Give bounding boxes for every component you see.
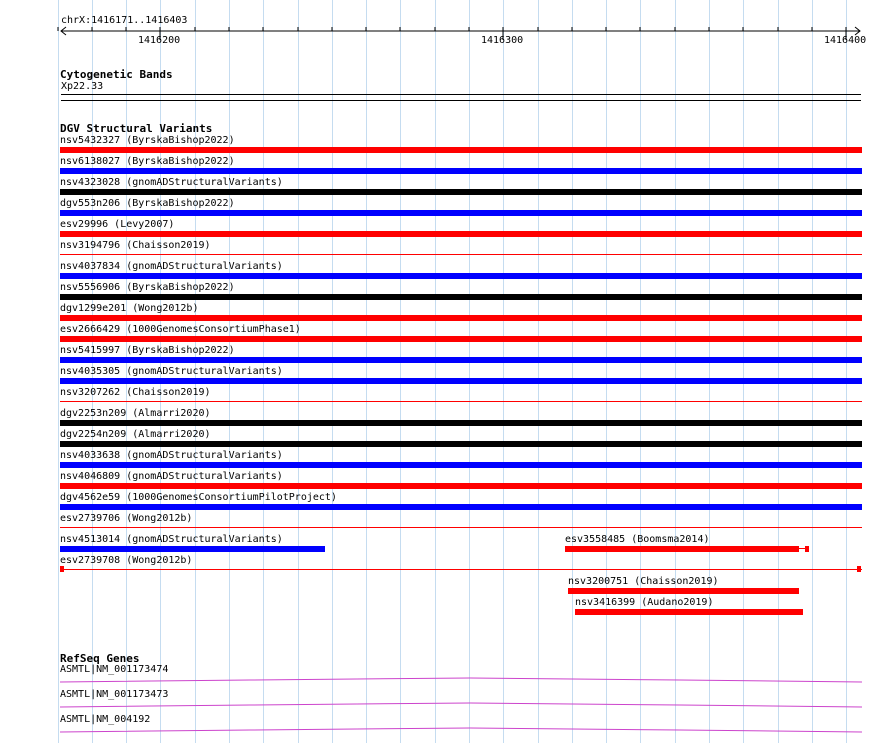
variant-bar[interactable] bbox=[60, 336, 862, 342]
variant-label[interactable]: dgv4562e59 (1000GenomesConsortiumPilotPr… bbox=[60, 492, 337, 504]
genome-browser-view[interactable]: chrX:1416171..1416403 1416200 1416300 14… bbox=[0, 0, 890, 743]
cytoband-bar-bottom[interactable] bbox=[61, 100, 861, 101]
variant-bar[interactable] bbox=[60, 357, 862, 363]
grid-line bbox=[675, 0, 676, 743]
grid-line bbox=[640, 0, 641, 743]
grid-line bbox=[709, 0, 710, 743]
variant-label[interactable]: nsv3416399 (Audano2019) bbox=[575, 597, 713, 609]
grid-line bbox=[606, 0, 607, 743]
variant-label[interactable]: dgv2253n209 (Almarri2020) bbox=[60, 408, 211, 420]
gene-label[interactable]: ASMTL|NM_004192 bbox=[60, 714, 150, 726]
variant-bar-end[interactable] bbox=[60, 566, 64, 572]
variant-bar[interactable] bbox=[60, 569, 862, 570]
variant-bar[interactable] bbox=[60, 294, 862, 300]
variant-bar[interactable] bbox=[60, 147, 862, 153]
grid-line bbox=[846, 0, 847, 743]
variant-bar[interactable] bbox=[60, 546, 325, 552]
gene-label[interactable]: ASMTL|NM_001173474 bbox=[60, 664, 168, 676]
variant-label[interactable]: nsv4046809 (gnomADStructuralVariants) bbox=[60, 471, 283, 483]
grid-line bbox=[743, 0, 744, 743]
variant-label[interactable]: nsv3194796 (Chaisson2019) bbox=[60, 240, 211, 252]
cytoband-track-title: Cytogenetic Bands bbox=[60, 68, 173, 81]
grid-line bbox=[435, 0, 436, 743]
variant-label[interactable]: dgv1299e201 (Wong2012b) bbox=[60, 303, 198, 315]
variant-bar-end[interactable] bbox=[857, 566, 861, 572]
variant-bar[interactable] bbox=[60, 462, 862, 468]
variant-bar[interactable] bbox=[60, 504, 862, 510]
variant-bar[interactable] bbox=[575, 609, 803, 615]
grid-line bbox=[538, 0, 539, 743]
variant-bar[interactable] bbox=[60, 420, 862, 426]
cytoband-label[interactable]: Xp22.33 bbox=[61, 81, 103, 93]
grid-line bbox=[58, 0, 59, 743]
grid-line bbox=[812, 0, 813, 743]
gene-intron-line[interactable] bbox=[59, 702, 863, 708]
variant-label[interactable]: nsv4323028 (gnomADStructuralVariants) bbox=[60, 177, 283, 189]
grid-line bbox=[400, 0, 401, 743]
variant-bar[interactable] bbox=[60, 315, 862, 321]
variant-label[interactable]: esv3558485 (Boomsma2014) bbox=[565, 534, 710, 546]
grid-line bbox=[366, 0, 367, 743]
variant-label[interactable]: nsv3200751 (Chaisson2019) bbox=[568, 576, 719, 588]
variant-label[interactable]: esv2739708 (Wong2012b) bbox=[60, 555, 192, 567]
variant-bar[interactable] bbox=[60, 168, 862, 174]
variant-label[interactable]: esv2666429 (1000GenomesConsortiumPhase1) bbox=[60, 324, 301, 336]
variant-label[interactable]: nsv5556906 (ByrskaBishop2022) bbox=[60, 282, 235, 294]
variant-bar[interactable] bbox=[60, 527, 862, 528]
variant-label[interactable]: dgv553n206 (ByrskaBishop2022) bbox=[60, 198, 235, 210]
variant-label[interactable]: nsv4037834 (gnomADStructuralVariants) bbox=[60, 261, 283, 273]
variant-label[interactable]: nsv3207262 (Chaisson2019) bbox=[60, 387, 211, 399]
variant-bar[interactable] bbox=[60, 273, 862, 279]
ruler-tick-label: 1416300 bbox=[481, 35, 524, 46]
gene-intron-line[interactable] bbox=[59, 677, 863, 683]
grid-line bbox=[572, 0, 573, 743]
variant-bar[interactable] bbox=[565, 546, 799, 552]
variant-bar-end[interactable] bbox=[805, 546, 809, 552]
variant-bar[interactable] bbox=[60, 401, 862, 402]
ruler-tick-label: 1416400 bbox=[824, 35, 867, 46]
variant-bar[interactable] bbox=[60, 483, 862, 489]
variant-label[interactable]: nsv4513014 (gnomADStructuralVariants) bbox=[60, 534, 283, 546]
variant-bar[interactable] bbox=[60, 210, 862, 216]
location-label: chrX:1416171..1416403 bbox=[61, 15, 188, 26]
variant-label[interactable]: nsv5432327 (ByrskaBishop2022) bbox=[60, 135, 235, 147]
cytoband-bar-top[interactable] bbox=[61, 94, 861, 95]
variant-label[interactable]: nsv4033638 (gnomADStructuralVariants) bbox=[60, 450, 283, 462]
variant-label[interactable]: esv2739706 (Wong2012b) bbox=[60, 513, 192, 525]
grid-line bbox=[298, 0, 299, 743]
variant-bar[interactable] bbox=[60, 189, 862, 195]
variant-bar[interactable] bbox=[60, 231, 862, 237]
grid-line bbox=[778, 0, 779, 743]
gene-intron-line[interactable] bbox=[59, 727, 863, 733]
grid-line bbox=[332, 0, 333, 743]
ruler-tick-label: 1416200 bbox=[138, 35, 181, 46]
dgv-track-title: DGV Structural Variants bbox=[60, 122, 213, 135]
variant-label[interactable]: nsv6138027 (ByrskaBishop2022) bbox=[60, 156, 235, 168]
variant-label[interactable]: nsv4035305 (gnomADStructuralVariants) bbox=[60, 366, 283, 378]
variant-label[interactable]: nsv5415997 (ByrskaBishop2022) bbox=[60, 345, 235, 357]
variant-label[interactable]: esv29996 (Levy2007) bbox=[60, 219, 174, 231]
variant-bar[interactable] bbox=[60, 254, 862, 255]
variant-label[interactable]: dgv2254n209 (Almarri2020) bbox=[60, 429, 211, 441]
variant-bar[interactable] bbox=[60, 441, 862, 447]
variant-bar[interactable] bbox=[568, 588, 799, 594]
gene-label[interactable]: ASMTL|NM_001173473 bbox=[60, 689, 168, 701]
grid-line bbox=[469, 0, 470, 743]
variant-bar[interactable] bbox=[60, 378, 862, 384]
grid-line bbox=[503, 0, 504, 743]
